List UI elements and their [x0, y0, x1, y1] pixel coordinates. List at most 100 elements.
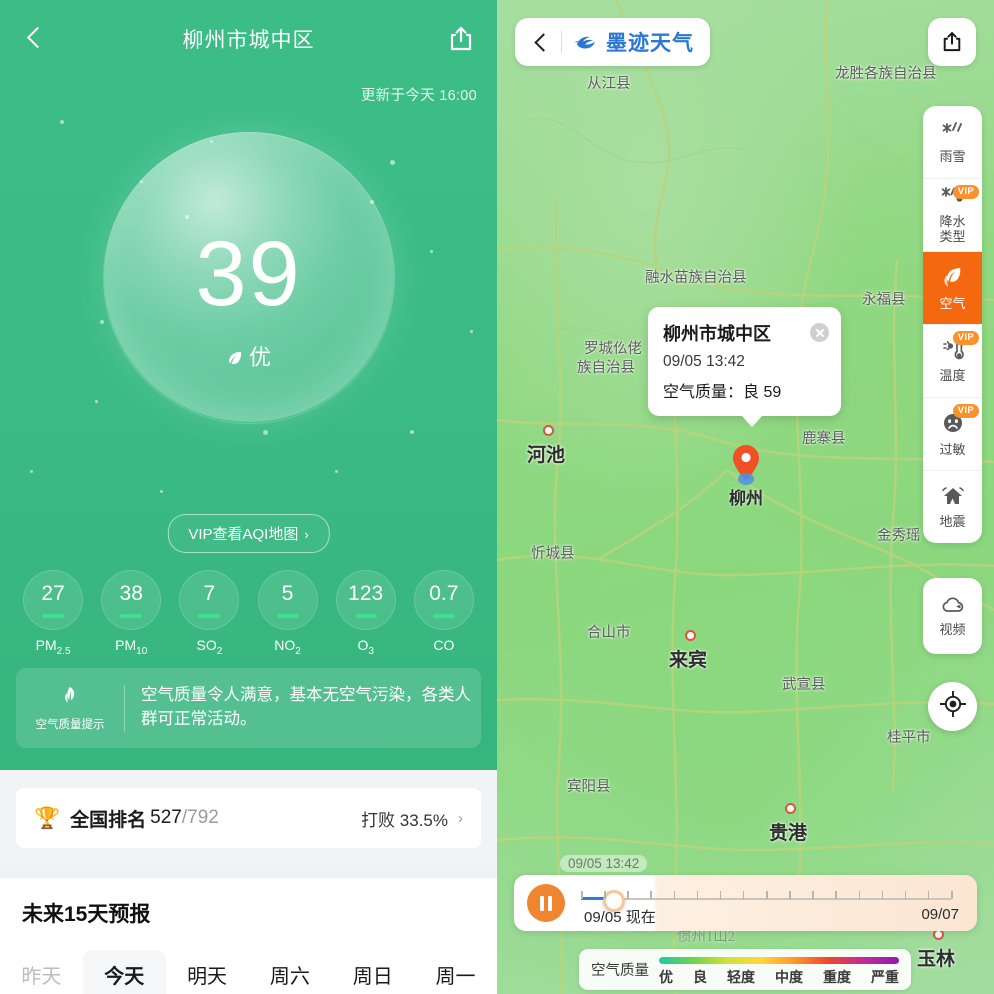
timeline-tick	[604, 891, 606, 899]
air-quality-tip-card: 空气质量提示 空气质量令人满意，基本无空气污染，各类人群可正常活动。	[16, 668, 481, 748]
share-icon[interactable]	[928, 18, 976, 66]
map-label: 宾阳县	[567, 779, 611, 795]
map-pin-icon[interactable]	[733, 445, 759, 485]
vip-badge: VIP	[952, 331, 979, 345]
map-layer-label: 降水 类型	[939, 214, 966, 244]
timeline-start-label: 09/05 现在	[584, 909, 656, 926]
app-root: 柳州市城中区 更新于今天 16:00 39 优 VIP查看AQI地图 › 27 …	[0, 0, 994, 994]
timeline-tick	[858, 891, 860, 899]
section-divider	[0, 870, 497, 878]
pollutant-item: 0.7 CO	[413, 570, 475, 657]
popup-tail	[741, 415, 763, 427]
forecast-tab[interactable]: 今天	[82, 950, 166, 994]
national-rank-row[interactable]: 🏆 全国排名 527 /792 打败 33.5% ›	[16, 788, 481, 848]
tip-label-block: 空气质量提示	[16, 684, 125, 732]
map-label: 永福县	[862, 292, 906, 308]
cloud-video-icon	[940, 595, 966, 620]
pollutant-value: 5	[281, 582, 294, 605]
forecast-tab[interactable]: 周一	[414, 950, 497, 994]
pollutant-circle: 27	[23, 570, 84, 630]
crosshair-icon	[939, 690, 966, 722]
map-layer-rain-snow[interactable]: 雨雪	[923, 106, 982, 179]
panel-header: 柳州市城中区	[0, 0, 497, 78]
pause-button[interactable]	[527, 884, 565, 922]
close-icon[interactable]	[810, 323, 829, 342]
timeline-track[interactable]	[581, 889, 953, 912]
map-layer-allergy-face[interactable]: VIP 过敏	[923, 398, 982, 471]
air-leaf-icon	[940, 265, 966, 293]
pollutant-bar	[354, 614, 377, 618]
pollutant-name: PM2.5	[35, 637, 71, 657]
pollutant-list: 27 PM2.5 38 PM10 7 SO2 5 NO2 123 O3 0.7 CO	[0, 570, 497, 657]
pollutant-bar	[432, 614, 455, 618]
timeline-tick	[581, 891, 583, 899]
video-button[interactable]: 视频	[923, 578, 982, 654]
locate-button[interactable]	[928, 682, 977, 731]
pollutant-value: 38	[119, 582, 143, 605]
timeline-tick	[766, 891, 768, 899]
map-layer-label: 温度	[939, 367, 966, 383]
back-button[interactable]	[531, 32, 551, 52]
pause-icon	[540, 895, 544, 911]
legend-labels: 优 良 轻度 中度 重度 严重	[659, 967, 899, 987]
pollutant-value: 0.7	[429, 582, 459, 605]
forecast-tab[interactable]: 昨天	[0, 950, 83, 994]
page-title: 柳州市城中区	[182, 29, 315, 52]
aqi-value: 39	[195, 223, 302, 325]
pollutant-name: O3	[357, 637, 374, 657]
map-label: 从江县	[587, 76, 631, 92]
timeline-tick	[951, 891, 953, 899]
moji-bird-icon	[575, 36, 595, 49]
timeline-tick	[696, 891, 699, 899]
map-layer-thermometer[interactable]: VIP 温度	[923, 325, 982, 398]
legend-level: 优	[659, 968, 673, 985]
timeline-tick	[742, 891, 745, 899]
forecast-title: 未来15天预报	[22, 903, 151, 926]
pollutant-circle: 38	[101, 570, 162, 630]
map-label: 贵港	[769, 823, 808, 844]
legend-scale: 优 良 轻度 中度 重度 严重	[659, 953, 899, 987]
map-label: 玉林	[917, 949, 956, 970]
vip-badge: VIP	[952, 404, 979, 418]
map-layer-label: 空气	[939, 295, 966, 311]
weather-map-panel[interactable]: 从江县 龙胜各族自治县 融水苗族自治县 永福县 罗城仫佬 族自治县 河池 鹿寨县 金秀瑶 忻城县合…	[497, 0, 994, 994]
pollutant-name: NO2	[274, 637, 301, 657]
pin-label: 柳州	[729, 489, 763, 508]
map-label: 族自治县	[577, 360, 635, 376]
legend-level: 良	[693, 968, 707, 985]
legend-title: 空气质量	[591, 963, 649, 979]
map-label: 鹿寨县	[802, 431, 846, 447]
timeline-tick	[789, 891, 791, 899]
pollutant-bar	[198, 614, 221, 618]
map-label: 忻城县	[531, 546, 575, 562]
pollutant-circle: 5	[257, 570, 318, 630]
map-header-bar[interactable]: 墨迹天气	[515, 18, 710, 66]
vip-aqi-map-button[interactable]: VIP查看AQI地图 ›	[167, 514, 330, 553]
timeline-player[interactable]: 09/05 现在 09/07	[514, 875, 977, 931]
forecast-tabs: 昨天 今天 明天 周六 周日 周一	[0, 950, 497, 994]
pollutant-circle: 123	[335, 570, 396, 630]
aqi-legend: 空气质量 优 良 轻度 中度 重度 严重	[579, 949, 911, 990]
leaf-icon	[16, 685, 124, 711]
map-label: 龙胜各族自治县	[835, 66, 937, 82]
timeline-end-label: 09/07	[921, 906, 959, 923]
map-layer-precip-type[interactable]: VIP 降水 类型	[923, 179, 982, 252]
forecast-tab[interactable]: 周六	[248, 950, 331, 994]
rain-snow-icon	[941, 120, 965, 146]
station-popup[interactable]: 柳州市城中区 09/05 13:42 空气质量：良 59	[648, 307, 841, 427]
map-layer-earthquake-house[interactable]: 地震	[923, 471, 982, 543]
pollutant-bar	[42, 614, 65, 618]
map-label: 河池	[527, 445, 566, 466]
forecast-tab[interactable]: 周日	[331, 950, 414, 994]
timeline-tick	[627, 891, 629, 899]
forecast-tab[interactable]: 明天	[166, 950, 249, 994]
legend-gradient-bar	[659, 956, 899, 964]
share-icon[interactable]	[445, 23, 477, 55]
timeline-tick	[904, 891, 907, 899]
trophy-icon: 🏆	[34, 806, 61, 830]
map-label: 来宾	[669, 650, 708, 671]
rank-beat: 打败 33.5%	[361, 810, 448, 830]
rank-value: 527	[150, 807, 182, 828]
map-layer-toolbar[interactable]: 雨雪 VIP 降水 类型 空气 VIP 温度 VIP 过敏 地震	[923, 106, 982, 543]
map-layer-air-leaf[interactable]: 空气	[923, 252, 982, 325]
